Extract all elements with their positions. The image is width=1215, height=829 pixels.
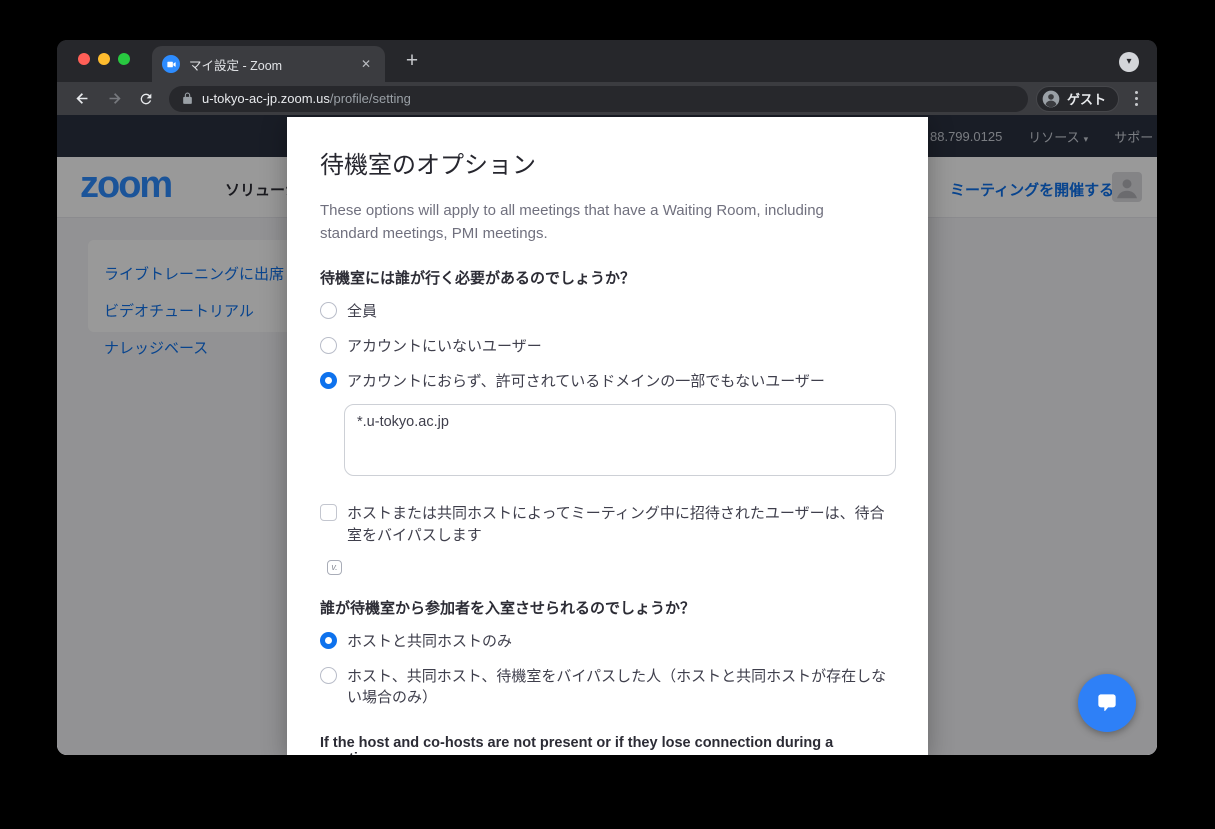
url-text: u-tokyo-ac-jp.zoom.us/profile/setting [202, 91, 411, 106]
address-bar[interactable]: u-tokyo-ac-jp.zoom.us/profile/setting [169, 86, 1028, 112]
question1-label: 待機室には誰が行く必要があるのでしょうか？ [320, 267, 895, 288]
window-menu-icon[interactable]: ▾ [1119, 52, 1139, 72]
profile-button[interactable]: ゲスト [1036, 86, 1119, 112]
host-absent-label: If the host and co-hosts are not present… [320, 735, 895, 755]
browser-tab[interactable]: マイ設定 - Zoom ✕ [152, 46, 385, 82]
profile-label: ゲスト [1067, 89, 1106, 108]
browser-menu-icon[interactable] [1127, 89, 1145, 109]
forward-icon[interactable] [101, 86, 127, 112]
radio-option-users-not-in-allowed-domains[interactable]: アカウントにおらず、許可されているドメインの一部でもないユーザー [320, 371, 895, 393]
waiting-room-options-modal: 待機室のオプション These options will apply to al… [287, 117, 928, 755]
checkbox-icon[interactable] [320, 504, 337, 521]
modal-description: These options will apply to all meetings… [320, 200, 868, 245]
fullscreen-window-button[interactable] [118, 53, 130, 65]
radio-option-users-not-in-account[interactable]: アカウントにいないユーザー [320, 336, 895, 358]
close-window-button[interactable] [78, 53, 90, 65]
broken-image-icon: v. [327, 560, 342, 575]
radio-option-host-cohosts-bypassers[interactable]: ホスト、共同ホスト、待機室をバイパスした人（ホストと共同ホストが存在しない場合の… [320, 666, 895, 710]
back-icon[interactable] [69, 86, 95, 112]
radio-option-host-cohosts-only[interactable]: ホストと共同ホストのみ [320, 631, 895, 653]
url-path: /profile/setting [330, 91, 411, 106]
radio-checked-icon[interactable] [320, 372, 337, 389]
reload-icon[interactable] [133, 86, 159, 112]
tab-title: マイ設定 - Zoom [189, 55, 357, 74]
zoom-favicon-icon [162, 55, 180, 73]
guest-avatar-icon [1041, 89, 1061, 109]
page-viewport: 88.799.0125 リソース▾ サポート zoom ソリューショ ミーティン… [57, 115, 1157, 755]
question2-label: 誰が待機室から参加者を入室させられるのでしょうか？ [320, 597, 895, 618]
modal-title: 待機室のオプション [320, 145, 895, 180]
url-host: u-tokyo-ac-jp.zoom.us [202, 91, 330, 106]
tab-strip: マイ設定 - Zoom ✕ + ▾ [57, 40, 1157, 82]
lock-icon [181, 92, 194, 105]
minimize-window-button[interactable] [98, 53, 110, 65]
browser-window: マイ設定 - Zoom ✕ + ▾ u-tokyo-ac-jp.zoom.us/… [57, 40, 1157, 755]
allowed-domains-input[interactable]: *.u-tokyo.ac.jp [344, 404, 896, 476]
chat-fab-button[interactable] [1078, 674, 1136, 732]
radio-option-everyone[interactable]: 全員 [320, 301, 895, 323]
bypass-checkbox-row[interactable]: ホストまたは共同ホストによってミーティング中に招待されたユーザーは、待合室をバイ… [320, 503, 895, 547]
new-tab-button[interactable]: + [399, 49, 425, 75]
radio-checked-icon[interactable] [320, 632, 337, 649]
radio-icon[interactable] [320, 302, 337, 319]
radio-icon[interactable] [320, 337, 337, 354]
tab-close-icon[interactable]: ✕ [357, 55, 375, 73]
chat-bubble-icon [1094, 690, 1120, 716]
traffic-lights [78, 53, 130, 65]
browser-toolbar: u-tokyo-ac-jp.zoom.us/profile/setting ゲス… [57, 82, 1157, 115]
radio-icon[interactable] [320, 667, 337, 684]
